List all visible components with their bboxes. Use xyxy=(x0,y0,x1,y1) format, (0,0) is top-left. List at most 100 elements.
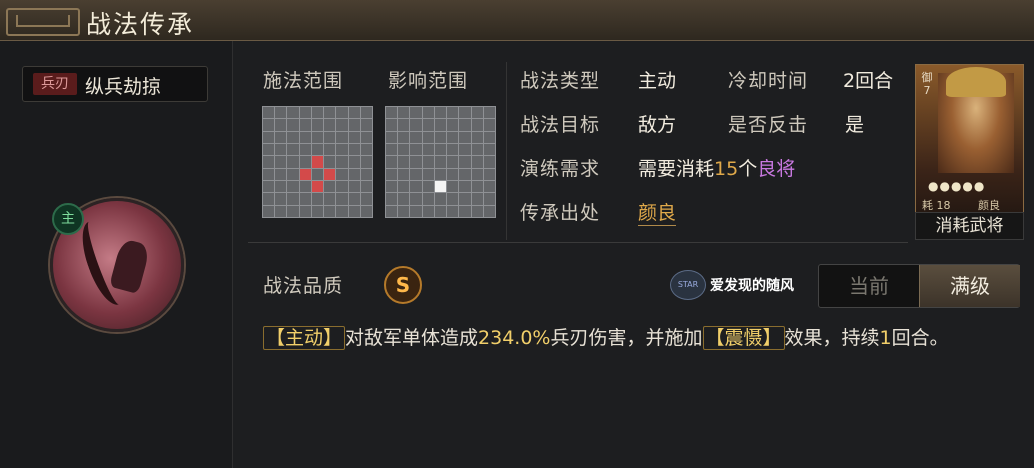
grid-cell xyxy=(348,156,360,168)
grid-cell xyxy=(471,180,483,193)
grid-cell xyxy=(348,119,360,131)
effect-range-label: 影响范围 xyxy=(388,70,469,92)
grid-cell xyxy=(287,131,299,143)
quality-label: 战法品质 xyxy=(263,275,344,297)
skill-description: 【主动】 对敌军单体造成234.0%兵刃伤害，并施加 【震慑】 效果，持续1回合。 xyxy=(263,322,1003,354)
grid-cell xyxy=(410,143,422,156)
grid-cell xyxy=(336,131,348,143)
grid-cell xyxy=(275,193,287,205)
grid-cell xyxy=(360,119,372,131)
grid-cell xyxy=(336,168,348,180)
grid-cell xyxy=(360,168,372,180)
grid-cell xyxy=(459,205,471,217)
watermark-text: 爱发现的随风 xyxy=(710,278,794,294)
grid-cell xyxy=(263,131,275,143)
active-badge: 主 xyxy=(52,203,84,235)
grid-cell xyxy=(263,107,275,119)
grid-cell xyxy=(348,107,360,119)
grid-cell xyxy=(410,119,422,131)
grid-cell xyxy=(410,131,422,143)
grid-cell xyxy=(263,119,275,131)
grid-cell xyxy=(299,193,311,205)
grid-cell xyxy=(275,156,287,168)
grid-cell xyxy=(410,156,422,168)
grid-cell xyxy=(299,107,311,119)
grid-cell xyxy=(422,168,434,180)
grid-cell xyxy=(336,119,348,131)
grid-cell xyxy=(311,193,324,205)
grid-cell xyxy=(483,205,495,217)
description-part1: 对敌军单体造成 xyxy=(345,327,479,349)
grid-cell xyxy=(275,168,287,180)
grid-cell xyxy=(434,119,447,131)
grid-cell xyxy=(410,193,422,205)
grid-cell xyxy=(324,131,336,143)
grid-cell xyxy=(311,180,324,193)
grid-cell xyxy=(275,143,287,156)
skill-type-value: 主动 xyxy=(638,70,677,92)
grid-cell xyxy=(483,180,495,193)
grid-cell xyxy=(447,143,459,156)
skill-type-label: 战法类型 xyxy=(520,70,601,92)
grid-cell xyxy=(324,180,336,193)
grid-cell xyxy=(287,156,299,168)
grid-cell xyxy=(263,193,275,205)
grid-cell xyxy=(299,119,311,131)
grid-cell xyxy=(348,131,360,143)
requirement-count: 15 xyxy=(714,158,739,180)
grid-cell xyxy=(263,168,275,180)
grid-cell xyxy=(360,205,372,217)
title-ornament-icon xyxy=(6,8,80,36)
grid-cell xyxy=(483,131,495,143)
grid-cell xyxy=(471,156,483,168)
grid-cell xyxy=(299,205,311,217)
grid-cell xyxy=(263,205,275,217)
grid-cell xyxy=(299,156,311,168)
general-cost: 耗 18 xyxy=(922,199,951,212)
grid-cell xyxy=(471,168,483,180)
grid-cell xyxy=(336,143,348,156)
description-tag-active: 【主动】 xyxy=(263,326,346,350)
grid-cell xyxy=(336,156,348,168)
origin-value-link[interactable]: 颜良 xyxy=(638,198,677,226)
general-stars: ●●●●● xyxy=(928,179,986,193)
description-damage-value: 234.0% xyxy=(478,327,551,349)
grid-cell xyxy=(434,131,447,143)
origin-label: 传承出处 xyxy=(520,202,601,224)
current-level-button[interactable]: 当前 xyxy=(819,265,919,307)
general-card[interactable]: 御7 ●●●●● 耗 18 颜良 xyxy=(915,64,1024,216)
grid-cell xyxy=(275,180,287,193)
grid-cell xyxy=(311,107,324,119)
grid-cell xyxy=(386,168,398,180)
description-duration: 1 xyxy=(879,327,892,349)
grid-cell xyxy=(447,156,459,168)
grid-cell xyxy=(483,156,495,168)
grid-cell xyxy=(422,205,434,217)
max-level-button[interactable]: 满级 xyxy=(919,265,1020,307)
consume-general-button[interactable]: 消耗武将 xyxy=(915,212,1024,240)
grid-cell xyxy=(311,168,324,180)
grid-cell xyxy=(348,205,360,217)
grid-cell xyxy=(434,205,447,217)
grid-cell xyxy=(275,107,287,119)
grid-cell xyxy=(386,205,398,217)
divider-horizontal xyxy=(248,242,908,243)
watermark-logo-icon: STAR xyxy=(670,270,706,300)
grid-cell xyxy=(483,168,495,180)
grid-cell xyxy=(410,205,422,217)
grid-cell xyxy=(299,180,311,193)
grid-cell xyxy=(447,180,459,193)
grid-cell xyxy=(360,143,372,156)
grid-cell xyxy=(483,119,495,131)
grid-cell xyxy=(311,119,324,131)
grid-cell xyxy=(447,193,459,205)
effect-range-grid xyxy=(385,106,496,218)
requirement-unit: 个 xyxy=(738,158,758,180)
grid-cell xyxy=(275,131,287,143)
grid-cell xyxy=(287,107,299,119)
grid-cell xyxy=(348,180,360,193)
grid-cell xyxy=(324,156,336,168)
grid-cell xyxy=(287,193,299,205)
grid-cell xyxy=(434,156,447,168)
grid-cell xyxy=(471,193,483,205)
